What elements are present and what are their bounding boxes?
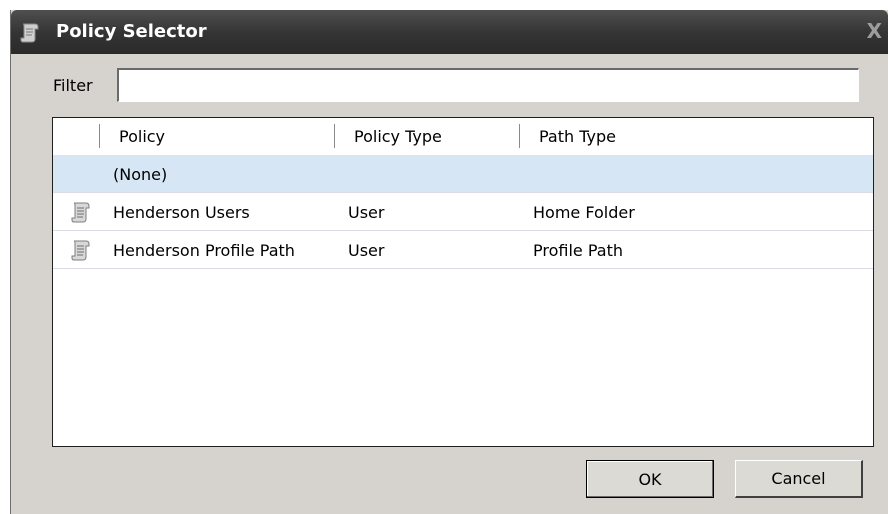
policy-selector-dialog: Policy Selector X Filter Policy Policy T… [10, 10, 888, 514]
policy-scroll-icon [71, 202, 90, 223]
cell-policy: Henderson Users [113, 203, 250, 222]
policy-scroll-icon [20, 23, 39, 43]
close-button[interactable]: X [862, 20, 882, 42]
filter-input[interactable] [117, 68, 859, 102]
cell-policy: (None) [113, 165, 168, 184]
cell-policy-type: User [348, 203, 385, 222]
column-separator[interactable] [334, 124, 335, 148]
policy-grid[interactable]: Policy Policy Type Path Type (None) Hend… [52, 117, 874, 447]
cell-policy: Henderson Profile Path [113, 241, 295, 260]
cell-path-type: Profile Path [533, 241, 623, 260]
cancel-button[interactable]: Cancel [735, 460, 863, 498]
table-row[interactable]: Henderson Users User Home Folder [53, 193, 873, 231]
policy-scroll-icon [71, 240, 90, 261]
cell-path-type: Home Folder [533, 203, 635, 222]
window-title: Policy Selector [56, 21, 207, 42]
title-bar[interactable]: Policy Selector X [11, 10, 888, 54]
column-separator[interactable] [519, 124, 520, 148]
column-header-path-type[interactable]: Path Type [539, 127, 616, 146]
grid-header: Policy Policy Type Path Type [53, 118, 873, 155]
column-separator[interactable] [99, 124, 100, 148]
cell-policy-type: User [348, 241, 385, 260]
column-header-policy-type[interactable]: Policy Type [354, 127, 442, 146]
filter-label: Filter [53, 76, 93, 95]
ok-button[interactable]: OK [586, 460, 714, 498]
table-row[interactable]: Henderson Profile Path User Profile Path [53, 231, 873, 269]
table-row[interactable]: (None) [53, 155, 873, 193]
column-header-policy[interactable]: Policy [119, 127, 165, 146]
